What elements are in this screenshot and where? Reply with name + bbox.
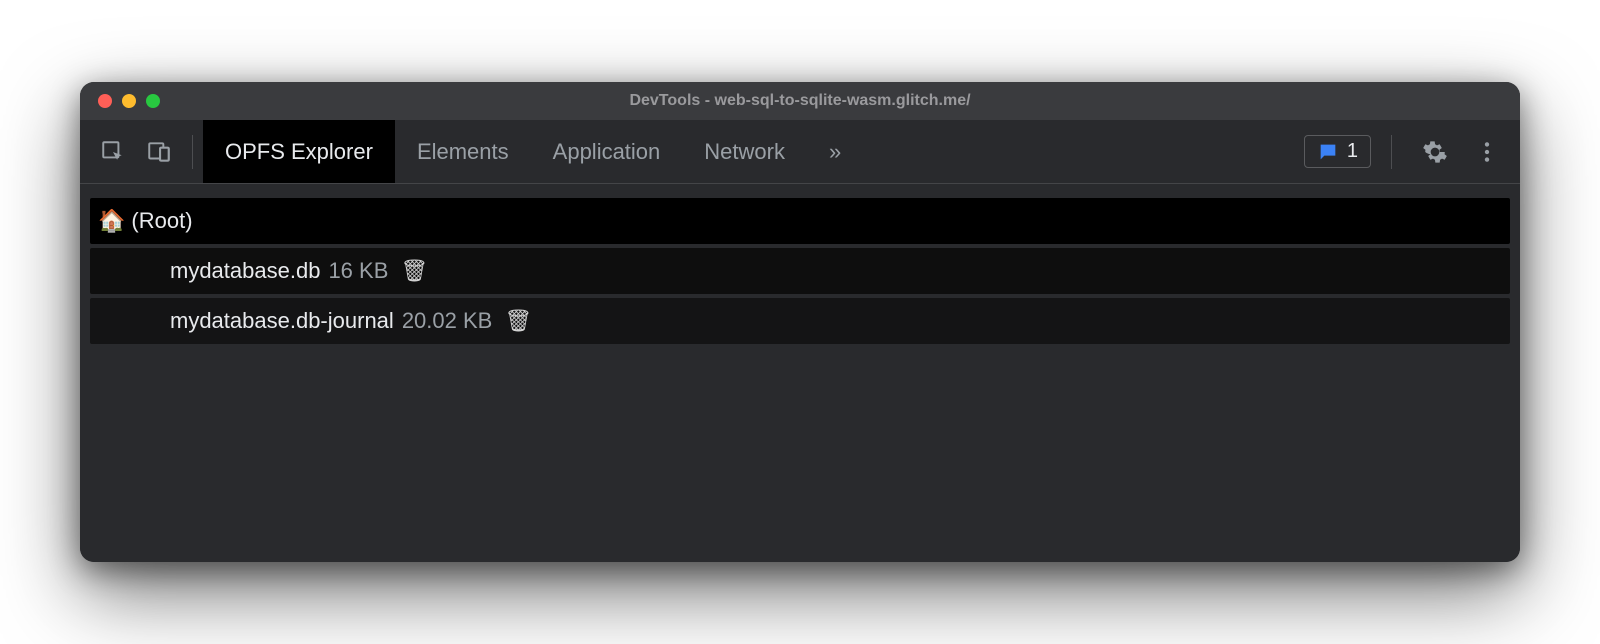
file-size: 20.02 KB (402, 308, 493, 334)
devtools-window: DevTools - web-sql-to-sqlite-wasm.glitch… (80, 82, 1520, 562)
tab-label: Network (704, 139, 785, 165)
home-icon: 🏠 (98, 208, 125, 234)
gear-icon (1422, 139, 1448, 165)
kebab-icon (1474, 139, 1500, 165)
console-messages-button[interactable]: 1 (1304, 135, 1371, 168)
trash-icon[interactable]: 🗑 (400, 258, 428, 284)
devtools-toolbar: OPFS Explorer Elements Application Netwo… (80, 120, 1520, 184)
tabs-overflow-button[interactable]: » (807, 120, 863, 183)
toolbar-separator (192, 135, 193, 169)
tab-label: Elements (417, 139, 509, 165)
messages-count: 1 (1347, 140, 1358, 163)
inspect-element-icon[interactable] (94, 133, 132, 171)
file-name: mydatabase.db-journal (170, 308, 394, 334)
trash-icon[interactable]: 🗑 (504, 308, 532, 334)
device-toggle-icon[interactable] (140, 133, 178, 171)
minimize-window-button[interactable] (122, 94, 136, 108)
tree-root-row[interactable]: 🏠 (Root) (90, 198, 1510, 244)
tab-network[interactable]: Network (682, 120, 807, 183)
chevron-right-icon: » (829, 139, 841, 165)
more-menu-button[interactable] (1468, 133, 1506, 171)
message-icon (1317, 141, 1339, 163)
traffic-lights (80, 94, 160, 108)
tab-opfs-explorer[interactable]: OPFS Explorer (203, 120, 395, 183)
tab-application[interactable]: Application (531, 120, 683, 183)
maximize-window-button[interactable] (146, 94, 160, 108)
toolbar-separator (1391, 135, 1392, 169)
file-size: 16 KB (328, 258, 388, 284)
file-name: mydatabase.db (170, 258, 320, 284)
root-label: (Root) (131, 208, 192, 234)
tab-label: Application (553, 139, 661, 165)
tree-file-row[interactable]: mydatabase.db-journal 20.02 KB 🗑 (90, 298, 1510, 344)
opfs-content-panel: 🏠 (Root) mydatabase.db 16 KB 🗑 mydatabas… (80, 184, 1520, 562)
window-title: DevTools - web-sql-to-sqlite-wasm.glitch… (80, 92, 1520, 110)
settings-button[interactable] (1416, 133, 1454, 171)
tab-label: OPFS Explorer (225, 139, 373, 165)
toolbar-right-group: 1 (1304, 133, 1510, 171)
tab-elements[interactable]: Elements (395, 120, 531, 183)
tree-file-row[interactable]: mydatabase.db 16 KB 🗑 (90, 248, 1510, 294)
title-bar: DevTools - web-sql-to-sqlite-wasm.glitch… (80, 82, 1520, 120)
close-window-button[interactable] (98, 94, 112, 108)
